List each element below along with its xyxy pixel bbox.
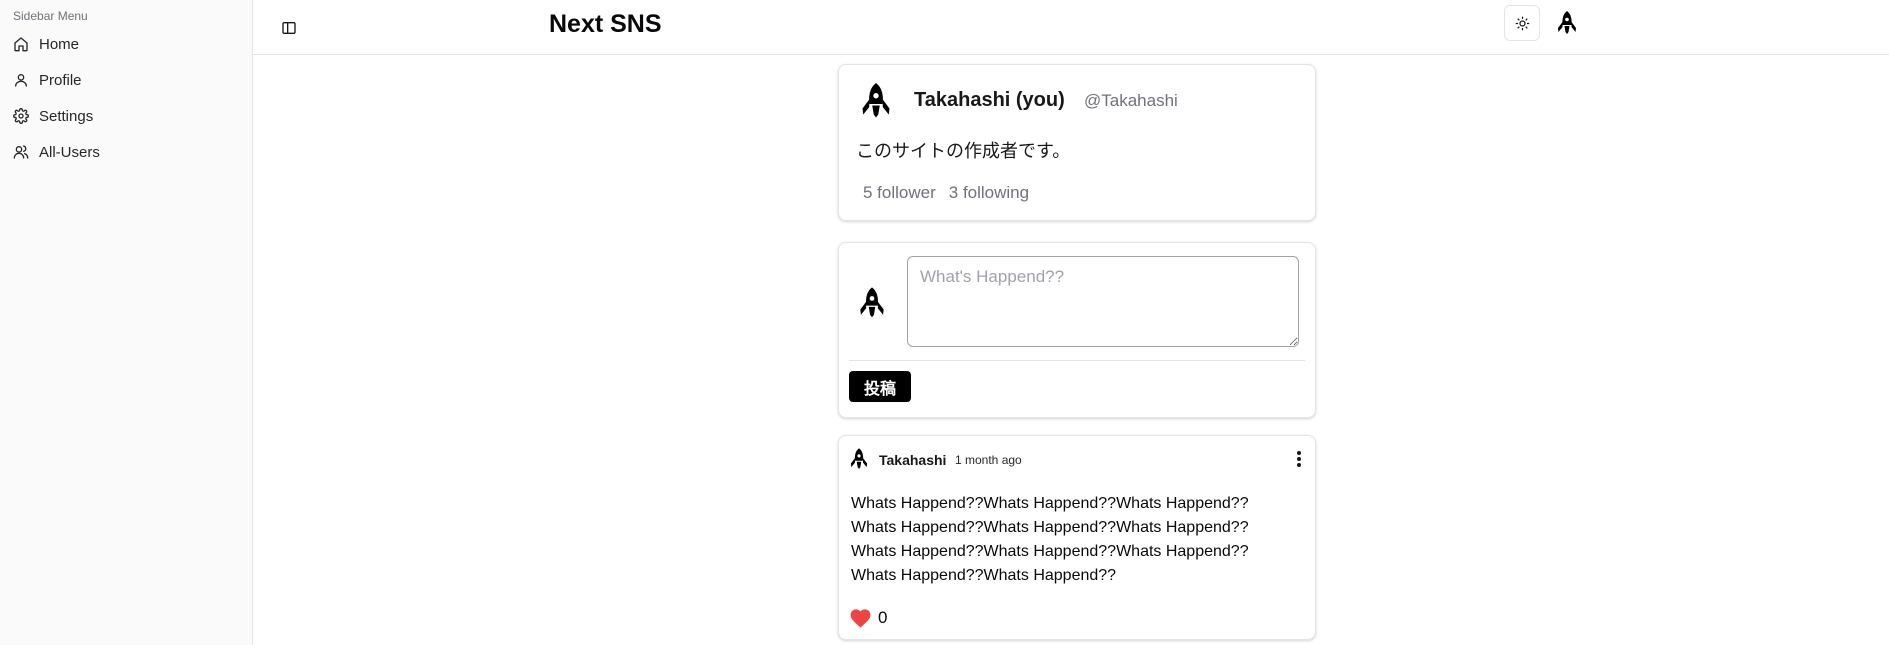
followers-link[interactable]: 5 follower: [863, 182, 936, 204]
compose-textarea[interactable]: [907, 256, 1299, 347]
profile-avatar: [861, 83, 897, 119]
post-body-line: Whats Happend??Whats Happend??Whats Happ…: [851, 543, 1249, 560]
user-avatar-button[interactable]: [1554, 10, 1580, 36]
sidebar-item-home[interactable]: Home: [8, 26, 244, 62]
heart-icon: [850, 608, 871, 628]
like-area: 0: [850, 608, 887, 628]
sidebar-item-all-users[interactable]: All-Users: [8, 134, 244, 170]
sun-icon: [1515, 16, 1529, 30]
more-vertical-icon: [1297, 451, 1301, 467]
sidebar-item-label: All-Users: [39, 143, 100, 161]
compose-avatar: [859, 287, 889, 318]
users-icon: [13, 145, 29, 159]
rocket-icon: [862, 83, 890, 118]
rocket-icon: [860, 287, 884, 318]
sidebar-group-label: Sidebar Menu: [13, 9, 88, 23]
post-timestamp: 1 month ago: [955, 453, 1022, 467]
sidebar-item-label: Profile: [39, 71, 82, 89]
post-body-line: Whats Happend??Whats Happend??: [851, 567, 1117, 584]
post-avatar[interactable]: [850, 448, 870, 470]
like-button[interactable]: [850, 608, 872, 628]
compose-divider: [849, 360, 1305, 361]
post-button[interactable]: 投稿: [849, 371, 912, 402]
theme-toggle-button[interactable]: [1504, 5, 1540, 41]
post-menu-button[interactable]: [1289, 448, 1309, 470]
following-link[interactable]: 3 following: [949, 182, 1029, 204]
user-icon: [15, 74, 27, 87]
rocket-icon: [1558, 11, 1576, 34]
sidebar-toggle-button[interactable]: [273, 12, 305, 44]
gear-icon: [13, 108, 29, 124]
sidebar-item-label: Settings: [39, 107, 94, 125]
post-author[interactable]: Takahashi: [879, 451, 946, 469]
post-body-line: Whats Happend??Whats Happend??Whats Happ…: [851, 495, 1249, 512]
app-title: Next SNS: [549, 10, 662, 38]
rocket-icon: [850, 448, 868, 469]
top-header: Next SNS: [253, 0, 1889, 55]
home-icon: [14, 37, 28, 52]
post-body-line: Whats Happend??Whats Happend??Whats Happ…: [851, 519, 1249, 536]
compose-card: 投稿: [838, 242, 1316, 418]
sidebar-item-settings[interactable]: Settings: [8, 98, 244, 134]
sidebar: Sidebar Menu Home Profile Settings All-U…: [0, 0, 253, 645]
profile-bio: このサイトの作成者です。: [856, 141, 1071, 161]
like-count: 0: [878, 608, 888, 627]
profile-name: Takahashi (you): [914, 89, 1065, 111]
post-card: Takahashi 1 month ago Whats Happend??Wha…: [838, 435, 1316, 640]
profile-stats: 5 follower 3 following: [863, 182, 1029, 204]
sidebar-item-label: Home: [39, 35, 80, 53]
profile-card: Takahashi (you) @Takahashi このサイトの作成者です。 …: [838, 64, 1316, 221]
sidebar-toggle-icon: [282, 22, 296, 34]
post-body: Whats Happend??Whats Happend??Whats Happ…: [851, 492, 1281, 588]
sidebar-item-profile[interactable]: Profile: [8, 62, 244, 98]
profile-handle: @Takahashi: [1084, 91, 1178, 110]
